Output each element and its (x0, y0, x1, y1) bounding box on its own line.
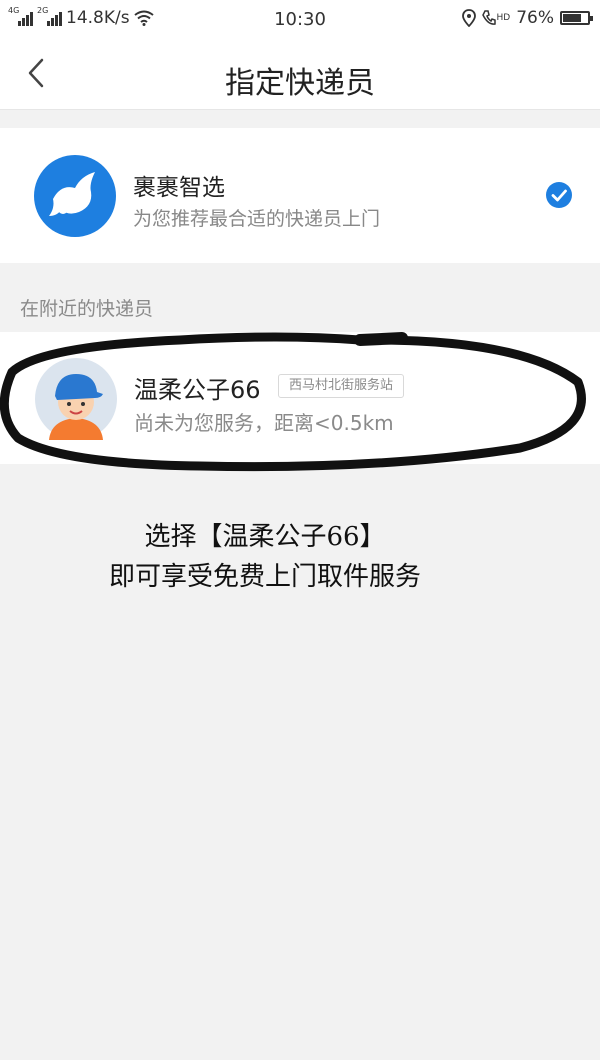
status-right: HD 76% (461, 8, 593, 28)
network-speed: 14.8K/s (66, 8, 130, 28)
signal-icon-sim2: 2G (37, 6, 62, 26)
chevron-left-icon (28, 58, 44, 88)
signal-icon-sim1: 4G (8, 6, 33, 26)
check-circle-icon (546, 182, 572, 208)
battery-percent: 76% (516, 8, 554, 28)
nearby-section-label: 在附近的快递员 (20, 298, 154, 320)
nav-header: 指定快递员 (0, 40, 600, 110)
courier-status: 尚未为您服务，距离<0.5km (134, 411, 394, 435)
wifi-icon (133, 10, 154, 26)
status-bar: 4G 2G 14.8K/s 10:30 HD 76% (0, 0, 600, 40)
annotation-line-1: 选择【温柔公子66】 (144, 522, 386, 552)
smart-pick-description: 为您推荐最合适的快递员上门 (133, 208, 381, 230)
location-icon (461, 9, 476, 27)
hd-call-icon: HD (481, 10, 510, 26)
battery-icon (560, 11, 593, 25)
courier-name: 温柔公子66 (134, 376, 261, 404)
status-left: 4G 2G 14.8K/s (8, 6, 154, 28)
smart-pick-option[interactable]: 裹裹智选 为您推荐最合适的快递员上门 (0, 128, 600, 263)
courier-avatar (35, 358, 117, 440)
guoguo-bird-logo-icon (34, 155, 116, 237)
courier-station-badge: 西马村北街服务站 (278, 374, 405, 398)
annotation-line-2: 即可享受免费上门取件服务 (108, 562, 421, 592)
smart-pick-name: 裹裹智选 (133, 175, 225, 201)
back-button[interactable] (18, 54, 58, 94)
page-title: 指定快递员 (225, 66, 375, 101)
courier-list-item[interactable]: 温柔公子66 西马村北街服务站 尚未为您服务，距离<0.5km (0, 332, 600, 464)
